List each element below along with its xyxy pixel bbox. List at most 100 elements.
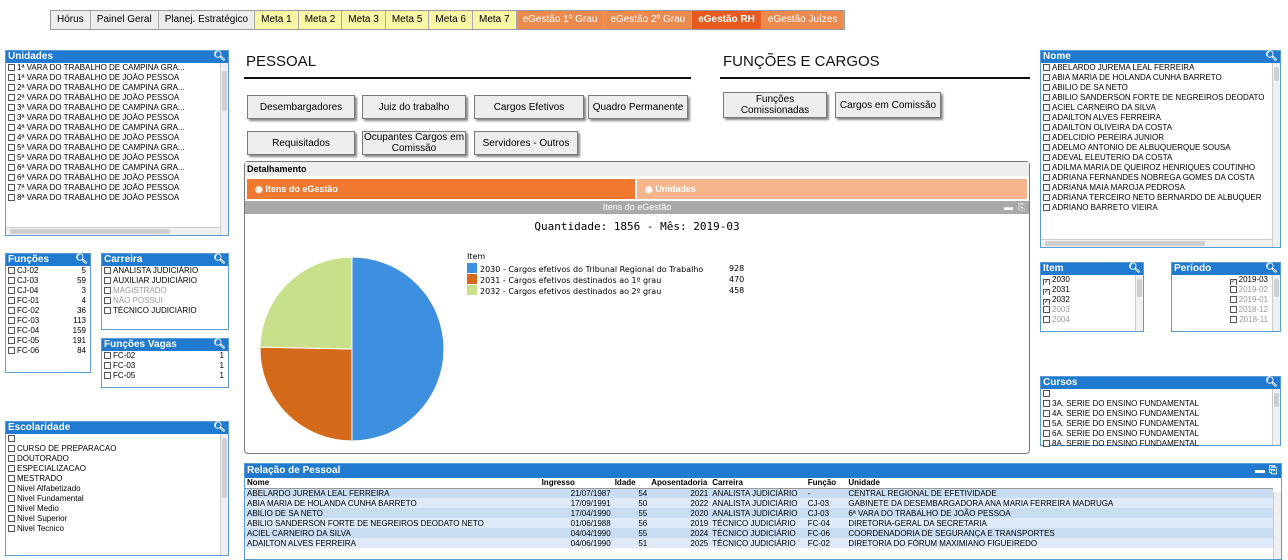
tab-meta-7[interactable]: Meta 7 <box>473 11 517 29</box>
search-icon[interactable]: 🔍︎ <box>1128 263 1141 275</box>
checkbox[interactable] <box>1043 94 1050 101</box>
curso-item[interactable]: 3A. SERIE DO ENSINO FUNDAMENTAL <box>1041 399 1280 409</box>
button-cargos-em-comiss-o[interactable]: Cargos em Comissão <box>835 92 941 118</box>
funcoes-vagas-listbox[interactable]: Funções Vagas 🔍︎ FC-02 1 FC-03 1 FC-05 1 <box>101 338 229 388</box>
checkbox[interactable] <box>8 267 15 274</box>
horizontal-scrollbar[interactable] <box>6 227 220 235</box>
checkbox[interactable] <box>8 297 15 304</box>
checkbox[interactable] <box>8 307 15 314</box>
nome-item[interactable]: ABILIO SANDERSON FORTE DE NEGREIROS DEOD… <box>1041 93 1280 103</box>
unidade-item[interactable]: 2ª VARA DO TRABALHO DE JOÃO PESSOA <box>6 93 228 103</box>
nome-item[interactable]: ABIA MARIA DE HOLANDA CUNHA BARRETO <box>1041 73 1280 83</box>
search-icon[interactable]: 🔍︎ <box>1265 263 1278 275</box>
checkbox[interactable] <box>104 372 111 379</box>
nome-item[interactable]: ABILIO DE SA NETO <box>1041 83 1280 93</box>
checkbox[interactable] <box>1043 400 1050 407</box>
checkbox[interactable] <box>8 485 15 492</box>
checkbox[interactable] <box>8 174 15 181</box>
item-filter-item[interactable]: ✓ 2032 <box>1041 295 1143 305</box>
checkbox[interactable] <box>1043 104 1050 111</box>
cursos-listbox[interactable]: Cursos 🔍︎ 3A. SERIE DO ENSINO FUNDAMENTAL… <box>1040 376 1281 448</box>
checkbox[interactable] <box>8 154 15 161</box>
tab-egest-o-2-grau[interactable]: eGestão 2º Grau <box>604 11 693 29</box>
vertical-scrollbar[interactable] <box>1273 492 1281 559</box>
item-filter-item[interactable]: 2004 <box>1041 315 1143 325</box>
search-icon[interactable]: 🔍︎ <box>213 51 226 63</box>
checkbox[interactable] <box>1043 204 1050 211</box>
checkbox[interactable] <box>8 495 15 502</box>
carreira-item[interactable]: MAGISTRADO <box>102 286 228 296</box>
vertical-scrollbar[interactable] <box>1135 275 1143 331</box>
checkbox[interactable] <box>8 445 15 452</box>
checkbox[interactable] <box>1043 316 1050 323</box>
tab-h-rus[interactable]: Hórus <box>51 11 91 29</box>
escolaridade-listbox[interactable]: Escolaridade 🔍︎ CURSO DE PREPARACAO DOUTOR… <box>5 421 229 556</box>
checkbox[interactable] <box>8 134 15 141</box>
checkbox[interactable] <box>8 74 15 81</box>
funcao-vaga-item[interactable]: FC-03 1 <box>102 361 228 371</box>
checkbox[interactable] <box>104 352 111 359</box>
minimize-icon[interactable]: ▬ <box>1255 464 1265 478</box>
unidade-item[interactable]: 3ª VARA DO TRABALHO DE CAMPINA GRA... <box>6 103 228 113</box>
nome-item[interactable]: ADILMA MARIA DE QUEIROZ HENRIQUES COUTIN… <box>1041 163 1280 173</box>
funcao-item[interactable]: CJ-02 5 <box>6 266 90 276</box>
periodo-item[interactable]: 2019-02 <box>1172 285 1280 295</box>
table-row[interactable]: ABILIO SANDERSON FORTE DE NEGREIROS DEOD… <box>245 518 1273 528</box>
search-icon[interactable]: 🔍︎ <box>75 254 88 266</box>
button-requisitados[interactable]: Requisitados <box>247 131 355 155</box>
checkbox[interactable] <box>1043 144 1050 151</box>
legend-item[interactable]: 2032 - Cargos efetivos destinados ao 2º … <box>467 285 744 296</box>
unidade-item[interactable]: 5ª VARA DO TRABALHO DE CAMPINA GRA... <box>6 143 228 153</box>
nome-item[interactable]: ADRIANO BARRETO VIEIRA <box>1041 203 1280 213</box>
escolaridade-item[interactable]: Nivel Tecnico <box>6 524 228 534</box>
escolaridade-item[interactable]: Nivel Alfabetizado <box>6 484 228 494</box>
checkbox[interactable] <box>8 114 15 121</box>
escolaridade-item[interactable]: Nivel Superior <box>6 514 228 524</box>
checkbox[interactable] <box>104 362 111 369</box>
funcao-item[interactable]: FC-01 4 <box>6 296 90 306</box>
checkbox[interactable] <box>8 455 15 462</box>
checkbox[interactable] <box>8 277 15 284</box>
periodo-listbox[interactable]: Período 🔍︎ ✓ 2019-03 2019-02 2019-01 2018-12 2… <box>1171 262 1281 332</box>
funcao-vaga-item[interactable]: FC-05 1 <box>102 371 228 381</box>
escolaridade-item[interactable]: Nivel Medio <box>6 504 228 514</box>
periodo-item[interactable]: 2018-11 <box>1172 315 1280 325</box>
funcao-item[interactable]: FC-05 191 <box>6 336 90 346</box>
button-fun-es-comissionadas[interactable]: Funções Comissionadas <box>723 92 827 118</box>
pie-slice-1[interactable] <box>259 346 353 442</box>
vertical-scrollbar[interactable] <box>1272 389 1280 445</box>
nome-item[interactable]: ABELARDO JUREMA LEAL FERREIRA <box>1041 63 1280 73</box>
tab-meta-1[interactable]: Meta 1 <box>255 11 299 29</box>
checkbox[interactable] <box>1043 64 1050 71</box>
checkbox[interactable] <box>1043 194 1050 201</box>
item-filter-item[interactable]: ✓ 2030 <box>1041 275 1143 285</box>
funcao-vaga-item[interactable]: FC-02 1 <box>102 351 228 361</box>
escolaridade-item[interactable]: DOUTORADO <box>6 454 228 464</box>
minimize-icon[interactable]: ▬ <box>1004 201 1013 214</box>
table-row[interactable]: ABIA MARIA DE HOLANDA CUNHA BARRETO 17/09… <box>245 498 1273 508</box>
search-icon[interactable]: 🔍︎ <box>1265 377 1278 389</box>
checkbox[interactable] <box>1043 74 1050 81</box>
escolaridade-item[interactable]: MESTRADO <box>6 474 228 484</box>
checkbox[interactable] <box>8 475 15 482</box>
nome-item[interactable]: ADELCIDIO PEREIRA JUNIOR <box>1041 133 1280 143</box>
checkbox[interactable] <box>1043 164 1050 171</box>
vertical-scrollbar[interactable] <box>220 434 228 555</box>
table-row[interactable]: ABELARDO JUREMA LEAL FERREIRA 21/07/1987 5… <box>245 488 1273 498</box>
button-servidores-outros[interactable]: Servidores - Outros <box>474 131 578 155</box>
checkbox[interactable] <box>8 505 15 512</box>
checkbox[interactable] <box>1043 154 1050 161</box>
pie-slice-2[interactable] <box>259 256 353 350</box>
column-header[interactable]: Nome <box>245 478 540 489</box>
checkbox[interactable] <box>8 515 15 522</box>
vertical-scrollbar[interactable] <box>1272 63 1280 247</box>
unidade-item[interactable]: 8ª VARA DO TRABALHO DE JOÃO PESSOA <box>6 193 228 203</box>
checkbox[interactable] <box>1043 134 1050 141</box>
checkbox[interactable] <box>8 337 15 344</box>
checkbox[interactable] <box>8 94 15 101</box>
tab-itens-egestao[interactable]: ◉ Itens do eGestão <box>247 179 635 199</box>
search-icon[interactable]: 🔍︎ <box>213 254 226 266</box>
unidade-item[interactable]: 4ª VARA DO TRABALHO DE CAMPINA GRA... <box>6 123 228 133</box>
checkbox[interactable] <box>1230 316 1238 323</box>
tab-meta-5[interactable]: Meta 5 <box>385 11 430 29</box>
